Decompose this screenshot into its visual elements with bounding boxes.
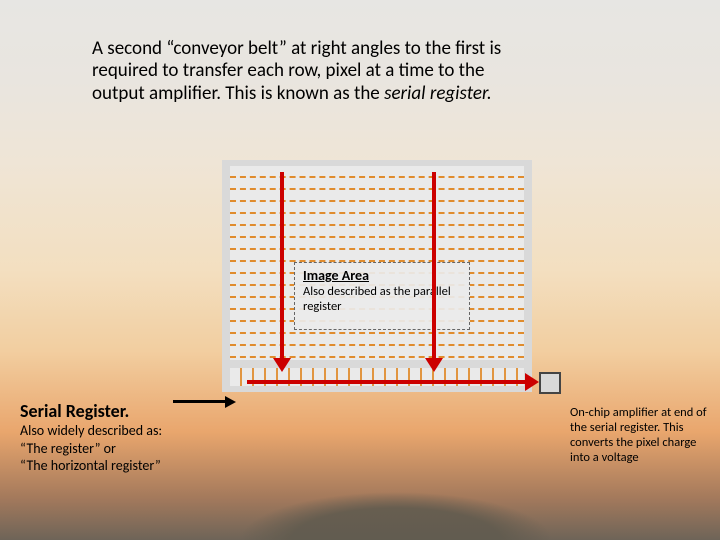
- serial-register-alias2: “The horizontal register”: [20, 457, 220, 475]
- top-paragraph: A second “conveyor belt” at right angles…: [92, 38, 636, 105]
- image-area-subtitle: Also described as the parallel register: [303, 284, 461, 314]
- pixel-row: [230, 250, 524, 262]
- pixel-row: [230, 190, 524, 202]
- parallel-shift-arrow-icon: [280, 172, 284, 360]
- slide-content: A second “conveyor belt” at right angles…: [0, 0, 720, 540]
- image-area-grid: Image Area Also described as the paralle…: [230, 166, 524, 360]
- serial-shift-arrow-icon: [247, 380, 527, 384]
- ccd-diagram-frame: Image Area Also described as the paralle…: [222, 160, 532, 392]
- serial-register-alias1: “The register” or: [20, 440, 220, 458]
- pixel-row: [230, 226, 524, 238]
- amplifier-caption: On-chip amplifier at end of the serial r…: [570, 405, 712, 465]
- top-line2: required to transfer each row, pixel at …: [92, 59, 484, 82]
- pixel-row: [230, 334, 524, 346]
- pixel-row: [230, 346, 524, 358]
- top-line3-prefix: output amplifier. This is known as the: [92, 82, 384, 105]
- pixel-row: [230, 166, 524, 178]
- serial-register-title: Serial Register.: [20, 400, 220, 422]
- image-area-label-box: Image Area Also described as the paralle…: [294, 262, 470, 330]
- serial-register-label: Serial Register. Also widely described a…: [20, 400, 220, 475]
- parallel-shift-arrow-icon: [432, 172, 436, 360]
- top-line3-italic: serial register.: [384, 82, 492, 105]
- pixel-row: [230, 202, 524, 214]
- pixel-row: [230, 178, 524, 190]
- output-amplifier-box: [539, 372, 561, 394]
- pixel-row: [230, 214, 524, 226]
- top-line1: A second “conveyor belt” at right angles…: [92, 37, 501, 60]
- serial-register-also: Also widely described as:: [20, 422, 220, 440]
- pixel-row: [230, 238, 524, 250]
- image-area-title: Image Area: [303, 267, 461, 284]
